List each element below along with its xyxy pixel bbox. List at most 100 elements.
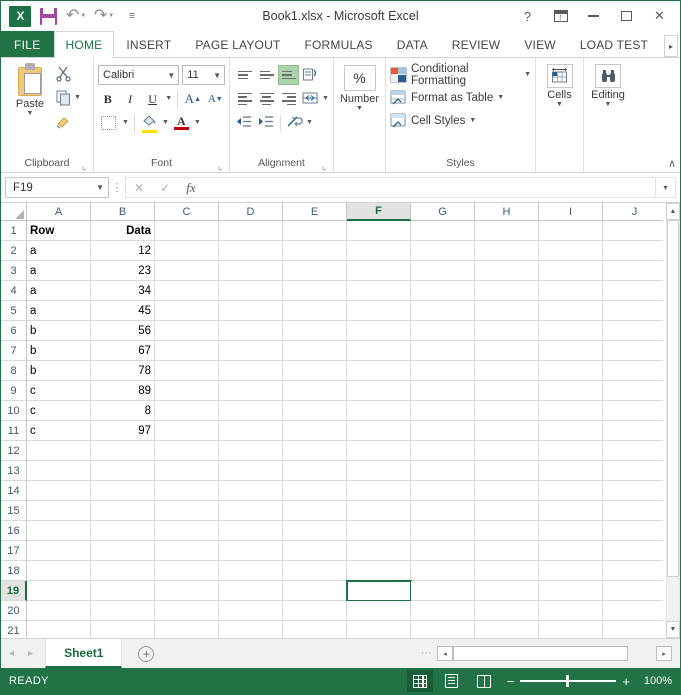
cell-E12[interactable]	[283, 441, 347, 461]
cell-H5[interactable]	[475, 301, 539, 321]
row-header-18[interactable]: 18	[1, 561, 27, 581]
cell-I7[interactable]	[539, 341, 603, 361]
copy-button[interactable]: ▼	[55, 88, 81, 107]
cell-B6[interactable]: 56	[91, 321, 155, 341]
cell-C3[interactable]	[155, 261, 219, 281]
cell-A13[interactable]	[27, 461, 91, 481]
column-header-B[interactable]: B	[91, 203, 155, 221]
row-header-3[interactable]: 3	[1, 261, 27, 281]
cell-G16[interactable]	[411, 521, 475, 541]
tab-view[interactable]: VIEW	[512, 31, 567, 58]
row-header-14[interactable]: 14	[1, 481, 27, 501]
cell-G18[interactable]	[411, 561, 475, 581]
cell-A17[interactable]	[27, 541, 91, 561]
cell-H19[interactable]	[475, 581, 539, 601]
add-sheet-icon[interactable]: +	[138, 646, 154, 662]
cell-J20[interactable]	[603, 601, 663, 621]
cell-C8[interactable]	[155, 361, 219, 381]
cell-A16[interactable]	[27, 521, 91, 541]
undo-icon[interactable]: ↶▼	[63, 4, 89, 28]
cell-G11[interactable]	[411, 421, 475, 441]
cell-G2[interactable]	[411, 241, 475, 261]
italic-button[interactable]: I	[120, 89, 139, 109]
row-header-8[interactable]: 8	[1, 361, 27, 381]
cell-I1[interactable]	[539, 221, 603, 241]
confirm-entry-icon[interactable]: ✓	[152, 178, 178, 197]
underline-caret-icon[interactable]: ▼	[165, 95, 172, 103]
align-left-button[interactable]	[234, 89, 255, 109]
cell-G19[interactable]	[411, 581, 475, 601]
cell-B20[interactable]	[91, 601, 155, 621]
column-header-H[interactable]: H	[475, 203, 539, 221]
bottom-align-button[interactable]	[278, 65, 299, 85]
cell-G14[interactable]	[411, 481, 475, 501]
cell-B19[interactable]	[91, 581, 155, 601]
cell-A9[interactable]: c	[27, 381, 91, 401]
tab-home[interactable]: HOME	[54, 31, 115, 58]
cell-B10[interactable]: 8	[91, 401, 155, 421]
cell-C16[interactable]	[155, 521, 219, 541]
merge-center-button[interactable]	[300, 89, 321, 109]
cell-styles-caret-icon[interactable]: ▼	[469, 117, 476, 125]
row-header-9[interactable]: 9	[1, 381, 27, 401]
help-button[interactable]: ?	[511, 3, 544, 29]
decrease-indent-button[interactable]	[234, 113, 255, 133]
horizontal-scrollbar[interactable]: ◂ ▸	[437, 646, 672, 662]
cell-D17[interactable]	[219, 541, 283, 561]
cell-E21[interactable]	[283, 621, 347, 638]
cell-B2[interactable]: 12	[91, 241, 155, 261]
cell-J4[interactable]	[603, 281, 663, 301]
sheet-tab-sheet1[interactable]: Sheet1	[45, 639, 122, 668]
cell-G13[interactable]	[411, 461, 475, 481]
paste-caret-icon[interactable]: ▼	[27, 110, 34, 118]
formula-input[interactable]	[204, 177, 656, 198]
cell-D2[interactable]	[219, 241, 283, 261]
middle-align-button[interactable]	[256, 65, 277, 85]
cell-F7[interactable]	[347, 341, 411, 361]
cell-A14[interactable]	[27, 481, 91, 501]
cell-J1[interactable]	[603, 221, 663, 241]
cell-C12[interactable]	[155, 441, 219, 461]
cell-I13[interactable]	[539, 461, 603, 481]
conditional-formatting-button[interactable]: Conditional Formatting ▼	[390, 64, 531, 85]
cell-G15[interactable]	[411, 501, 475, 521]
cell-D7[interactable]	[219, 341, 283, 361]
cell-J10[interactable]	[603, 401, 663, 421]
cell-E3[interactable]	[283, 261, 347, 281]
column-header-G[interactable]: G	[411, 203, 475, 221]
cell-C7[interactable]	[155, 341, 219, 361]
cell-I5[interactable]	[539, 301, 603, 321]
zoom-in-button[interactable]: +	[622, 676, 630, 687]
cell-F11[interactable]	[347, 421, 411, 441]
cell-D21[interactable]	[219, 621, 283, 638]
cell-E9[interactable]	[283, 381, 347, 401]
cells-caret-icon[interactable]: ▼	[556, 101, 563, 109]
cell-C5[interactable]	[155, 301, 219, 321]
cell-J12[interactable]	[603, 441, 663, 461]
cell-I17[interactable]	[539, 541, 603, 561]
cell-I10[interactable]	[539, 401, 603, 421]
cell-B16[interactable]	[91, 521, 155, 541]
row-header-4[interactable]: 4	[1, 281, 27, 301]
tab-load-test[interactable]: LOAD TEST	[568, 31, 660, 58]
cell-I3[interactable]	[539, 261, 603, 281]
collapse-ribbon-button[interactable]: ∧	[668, 157, 676, 170]
cell-A12[interactable]	[27, 441, 91, 461]
scroll-right-button[interactable]: ▸	[656, 646, 672, 661]
zoom-level-label[interactable]: 100%	[636, 675, 672, 687]
cell-F2[interactable]	[347, 241, 411, 261]
cell-F12[interactable]	[347, 441, 411, 461]
paste-button[interactable]: Paste ▼	[5, 61, 55, 157]
tab-data[interactable]: DATA	[385, 31, 440, 58]
cell-F1[interactable]	[347, 221, 411, 241]
cell-D12[interactable]	[219, 441, 283, 461]
cell-I14[interactable]	[539, 481, 603, 501]
cell-J16[interactable]	[603, 521, 663, 541]
zoom-out-button[interactable]: −	[507, 676, 515, 687]
column-header-I[interactable]: I	[539, 203, 603, 221]
clipboard-dialog-launcher[interactable]: ⌞	[82, 162, 91, 171]
row-header-2[interactable]: 2	[1, 241, 27, 261]
wrap-text-caret-icon[interactable]: ▼	[306, 119, 313, 127]
cell-D10[interactable]	[219, 401, 283, 421]
cell-B3[interactable]: 23	[91, 261, 155, 281]
